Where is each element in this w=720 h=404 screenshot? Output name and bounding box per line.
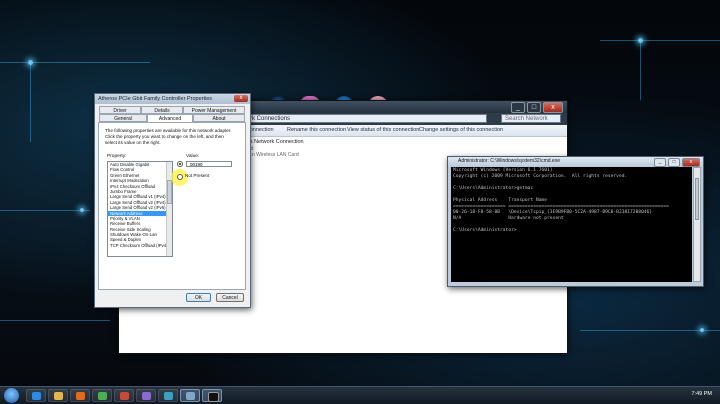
tab-advanced[interactable]: Advanced: [147, 114, 193, 122]
circuit-line: [580, 330, 720, 331]
cmd-scrollbar[interactable]: [693, 167, 701, 282]
cmd-view-status[interactable]: View status of this connection: [347, 127, 419, 133]
circuit-line: [0, 210, 90, 211]
cmd-close-button[interactable]: x: [682, 158, 700, 167]
adapter-properties-dialog: Atheros PCIe Gbit Family Controller Prop…: [94, 93, 251, 308]
value-label: Value:: [186, 154, 200, 159]
taskbar-network-icon[interactable]: [180, 389, 200, 402]
taskbar: 7:49 PM: [0, 386, 720, 404]
glow-dot: [28, 60, 33, 65]
console-output[interactable]: Microsoft Windows [Version 6.1.7601] Copy…: [451, 167, 692, 282]
address-bar[interactable]: Network Connections: [229, 114, 487, 123]
advanced-panel: The following properties are available f…: [98, 122, 246, 290]
search-input[interactable]: Search Network Connections: [501, 114, 561, 131]
ok-button[interactable]: OK: [186, 293, 211, 302]
tab-details[interactable]: Details: [141, 106, 183, 114]
taskbar-cmd-icon[interactable]: [202, 389, 222, 402]
property-item[interactable]: Large Send Offload v1 (IPv4): [108, 194, 172, 199]
cancel-button[interactable]: Cancel: [216, 293, 244, 302]
start-button[interactable]: [4, 388, 19, 403]
not-present-label: Not Present: [185, 173, 210, 178]
cmd-change-settings[interactable]: Change settings of this connection: [419, 127, 503, 133]
glow-dot: [638, 38, 643, 43]
dialog-close-button[interactable]: x: [234, 95, 248, 102]
property-item[interactable]: Large Send Offload v2 (IPv6): [108, 205, 172, 210]
circuit-line: [0, 320, 110, 321]
cmd-maximize-button[interactable]: □: [668, 158, 680, 167]
glow-dot: [80, 208, 84, 212]
maximize-button[interactable]: □: [527, 102, 541, 113]
glow-dot: [700, 328, 704, 332]
cmd-minimize-button[interactable]: _: [654, 158, 666, 167]
circuit-line: [0, 62, 150, 63]
value-radio[interactable]: [177, 161, 183, 167]
cmd-scrollbar-thumb[interactable]: [695, 178, 699, 220]
taskbar-app-icon[interactable]: [136, 389, 156, 402]
property-list[interactable]: Auto Disable Gigabit Flow Control Green …: [107, 161, 173, 257]
value-input[interactable]: 00190: [186, 161, 232, 167]
console-line: C:\Users\Administrator>: [453, 228, 517, 233]
taskbar-app-icon[interactable]: [114, 389, 134, 402]
tab-about[interactable]: About: [193, 114, 245, 122]
property-item[interactable]: TCP Checksum Offload (IPv4): [108, 243, 172, 248]
taskbar-chrome-icon[interactable]: [92, 389, 112, 402]
circuit-line: [600, 40, 720, 41]
scrollbar-thumb[interactable]: [167, 180, 172, 204]
tab-power-management[interactable]: Power Management: [183, 106, 245, 114]
property-label: Property:: [107, 154, 127, 159]
taskbar-ie-icon[interactable]: [26, 389, 46, 402]
not-present-radio[interactable]: [177, 174, 183, 180]
connection-name[interactable]: ess Network Connection: [244, 139, 304, 145]
circuit-line: [30, 62, 31, 142]
connection-device: 211n Wireless LAN Card: [244, 152, 299, 158]
dialog-title: Atheros PCIe Gbit Family Controller Prop…: [95, 94, 250, 104]
advanced-description: The following properties are available f…: [105, 128, 232, 145]
close-button[interactable]: x: [543, 102, 563, 113]
tab-general[interactable]: General: [99, 114, 147, 122]
taskbar-explorer-icon[interactable]: [48, 389, 68, 402]
cmd-window: Administrator: C:\Windows\system32\cmd.e…: [447, 156, 704, 287]
taskbar-clock[interactable]: 7:49 PM: [692, 391, 712, 397]
taskbar-media-icon[interactable]: [70, 389, 90, 402]
taskbar-app-icon[interactable]: [158, 389, 178, 402]
circuit-line: [640, 40, 641, 100]
cmd-rename[interactable]: Rename this connection: [287, 127, 346, 133]
minimize-button[interactable]: _: [511, 102, 525, 113]
tab-driver[interactable]: Driver: [99, 106, 141, 114]
